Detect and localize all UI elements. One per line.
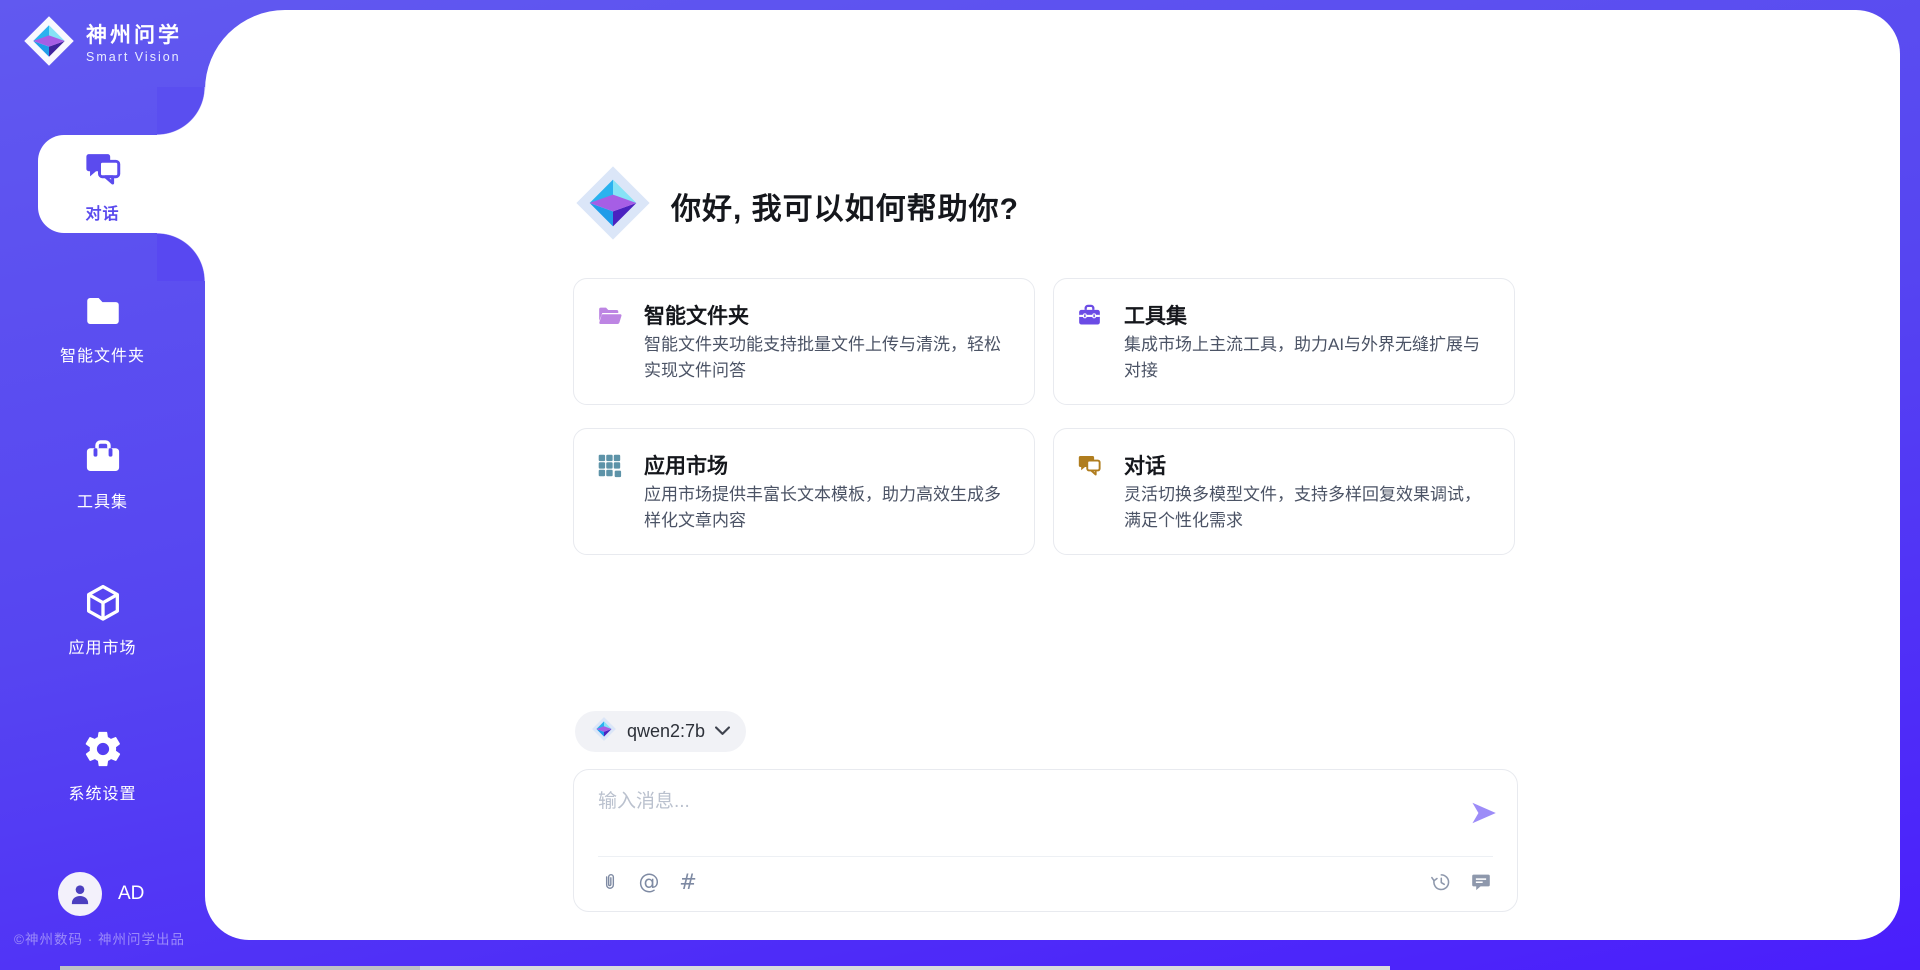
chevron-down-icon [715,723,730,741]
briefcase-icon [0,436,205,478]
hash-icon: # [679,870,697,894]
user-name: AD [118,883,144,905]
brand: 神州问学 Smart Vision [22,14,182,73]
sidebar-item-toolset[interactable]: 工具集 [0,436,205,512]
message-input[interactable] [598,786,1438,818]
sidebar-item-label: 对话 [0,200,205,224]
quick-phrase-icon [1470,871,1492,893]
mention-button[interactable]: @ [637,869,661,895]
sidebar-item-label: 智能文件夹 [0,342,205,366]
hashtag-button[interactable]: # [676,869,700,895]
card-description: 集成市场上主流工具，助力AI与外界无缝扩展与对接 [1124,332,1492,385]
nav-fillet-top [157,87,205,135]
folder-open-icon [596,302,623,334]
app-window: 神州问学 Smart Vision 对话 智能文件夹 [0,0,1920,970]
card-title: 智能文件夹 [644,300,749,330]
paperclip-icon [600,870,620,894]
diamond-logo-icon [573,163,653,248]
grid-icon [596,452,623,484]
send-icon [1469,798,1499,828]
card-title: 应用市场 [644,450,728,480]
attach-button[interactable] [598,869,622,895]
chat-icon [0,148,205,190]
sidebar-item-label: 工具集 [0,488,205,512]
card-app-market[interactable]: 应用市场 应用市场提供丰富长文本模板，助力高效生成多样化文章内容 [573,428,1035,555]
cube-icon [0,582,205,624]
diamond-logo-icon [591,716,617,747]
at-icon: @ [639,870,660,894]
composer-divider [598,856,1493,857]
card-description: 应用市场提供丰富长文本模板，助力高效生成多样化文章内容 [644,482,1012,535]
briefcase-icon [1076,302,1103,334]
person-icon [67,881,93,907]
card-chat[interactable]: 对话 灵活切换多模型文件，支持多样回复效果调试，满足个性化需求 [1053,428,1515,555]
page-title: 你好, 我可以如何帮助你? [671,184,1019,228]
model-name: qwen2:7b [627,721,705,742]
history-icon [1430,871,1452,893]
send-button[interactable] [1469,798,1499,828]
quick-phrase-button[interactable] [1469,869,1493,895]
chat-icon [1076,452,1103,484]
hero: 你好, 我可以如何帮助你? [573,163,1019,248]
brand-name: 神州问学 [86,23,182,49]
sidebar-item-app-market[interactable]: 应用市场 [0,582,205,658]
scrollbar-thumb[interactable] [60,966,420,970]
nav-fillet-bottom [157,233,205,281]
folder-icon [0,290,205,332]
brand-subtitle: Smart Vision [86,50,182,64]
card-description: 灵活切换多模型文件，支持多样回复效果调试，满足个性化需求 [1124,482,1492,535]
sidebar-item-label: 系统设置 [0,780,205,804]
horizontal-scrollbar[interactable] [60,966,1390,970]
sidebar-item-settings[interactable]: 系统设置 [0,728,205,804]
sidebar-item-label: 应用市场 [0,634,205,658]
sidebar-item-smart-folder[interactable]: 智能文件夹 [0,290,205,366]
brand-logo-icon [22,14,76,73]
history-button[interactable] [1429,869,1453,895]
avatar [58,872,102,916]
sidebar-item-chat[interactable]: 对话 [0,148,205,224]
user-profile[interactable]: AD [58,872,144,916]
card-title: 对话 [1124,450,1166,480]
model-selector[interactable]: qwen2:7b [575,711,746,752]
card-smart-folder[interactable]: 智能文件夹 智能文件夹功能支持批量文件上传与清洗，轻松实现文件问答 [573,278,1035,405]
card-title: 工具集 [1124,300,1187,330]
gear-icon [0,728,205,770]
copyright-text: ©神州数码 · 神州问学出品 [14,928,185,948]
message-composer: @ # [573,769,1518,912]
card-description: 智能文件夹功能支持批量文件上传与清洗，轻松实现文件问答 [644,332,1012,385]
card-toolset[interactable]: 工具集 集成市场上主流工具，助力AI与外界无缝扩展与对接 [1053,278,1515,405]
